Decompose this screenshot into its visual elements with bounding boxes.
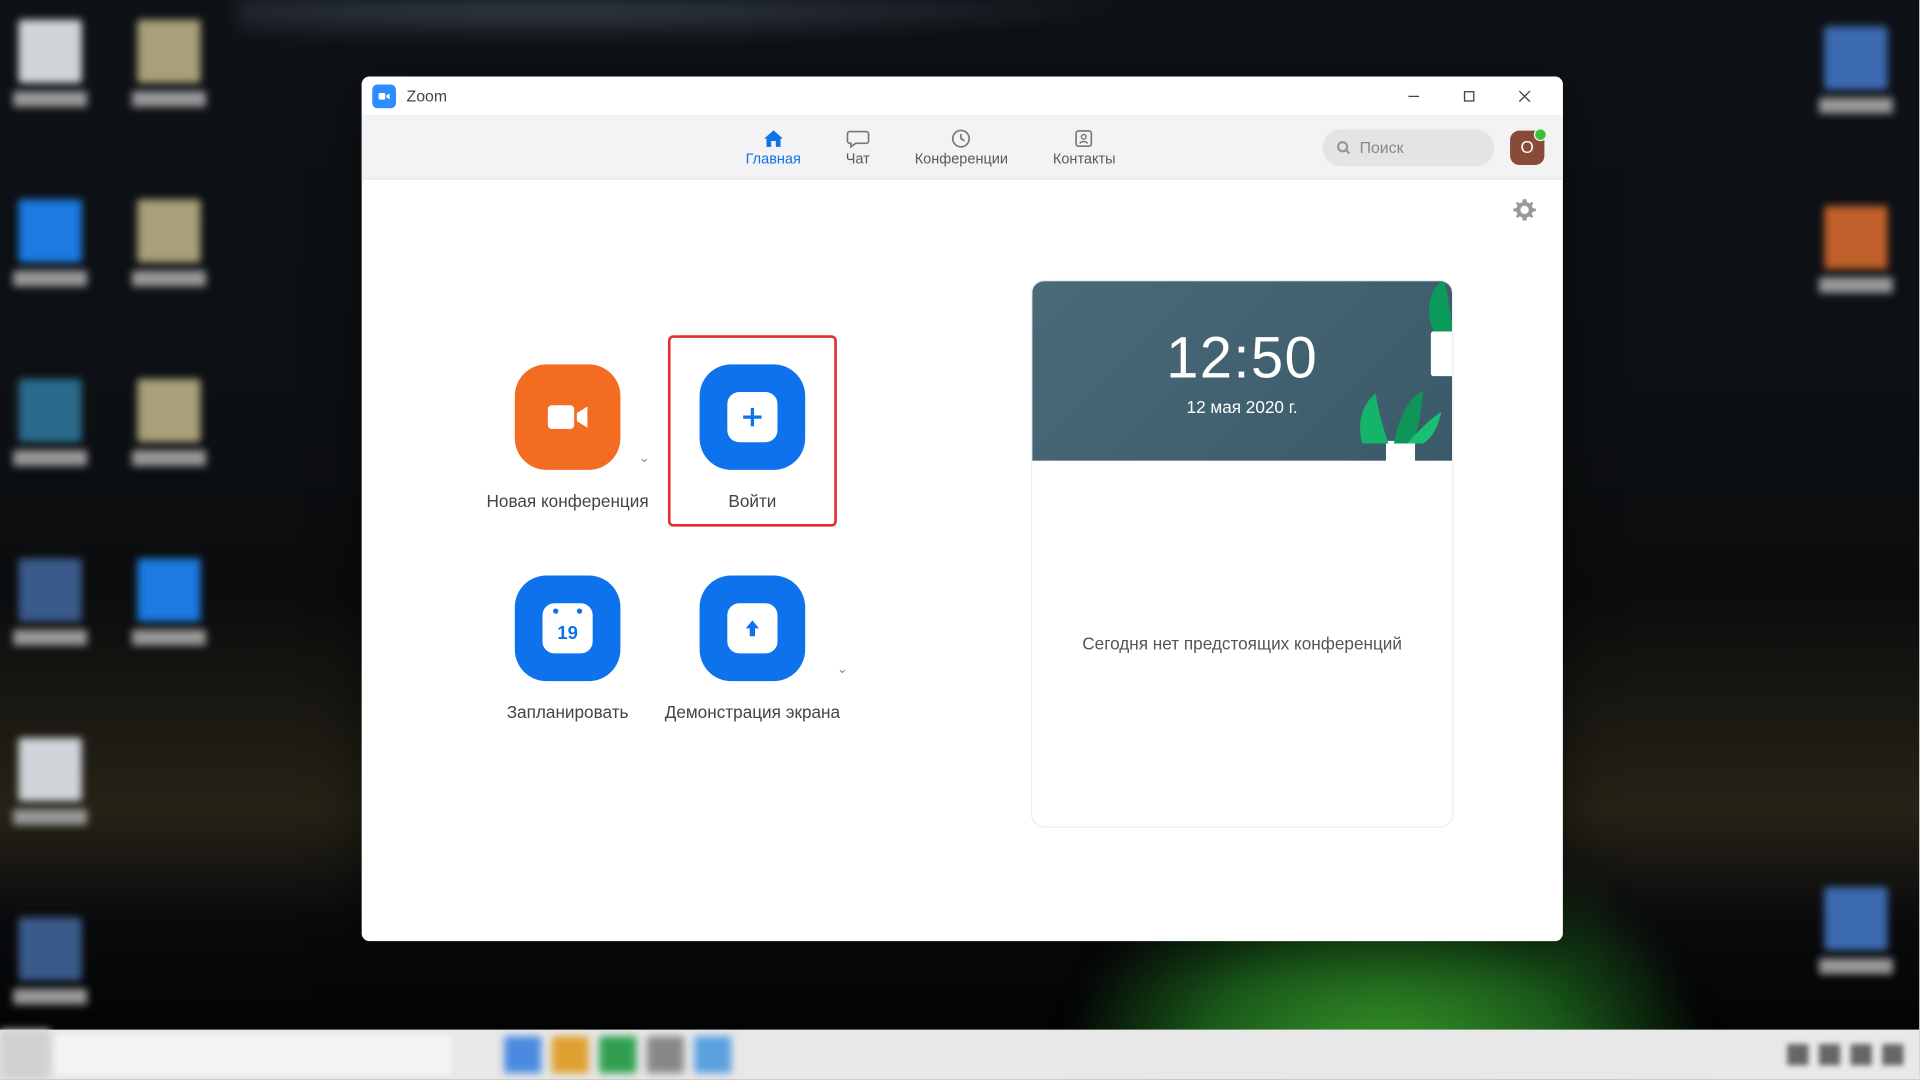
taskbar-search[interactable] <box>55 1035 451 1075</box>
search-icon <box>1336 139 1352 155</box>
new-meeting-cell: Новая конференция ⌄ <box>475 364 660 575</box>
calendar-panel: 12:50 12 мая 2020 г. Сегодня нет предсто… <box>1031 280 1453 828</box>
maximize-button[interactable] <box>1441 77 1496 116</box>
avatar[interactable]: О <box>1510 130 1544 164</box>
video-icon <box>544 399 592 436</box>
panel-body: Сегодня нет предстоящих конференций <box>1032 461 1452 827</box>
share-screen-label: Демонстрация экрана <box>665 702 840 722</box>
taskbar-apps <box>504 1036 731 1073</box>
tab-meetings-label: Конференции <box>915 151 1008 167</box>
calendar-panel-container: 12:50 12 мая 2020 г. Сегодня нет предсто… <box>958 180 1563 942</box>
chat-icon <box>846 127 870 148</box>
schedule-label: Запланировать <box>507 702 629 722</box>
zoom-app-icon <box>372 84 396 108</box>
taskbar-app[interactable] <box>647 1036 684 1073</box>
tab-chat[interactable]: Чат <box>838 122 878 172</box>
arrow-up-icon <box>727 603 777 653</box>
plant-decoration-1 <box>1381 280 1454 376</box>
calendar-icon: 19 <box>543 603 593 653</box>
taskbar-app[interactable] <box>552 1036 589 1073</box>
desktop-icons-left <box>13 20 206 1005</box>
tab-contacts[interactable]: Контакты <box>1045 122 1124 172</box>
search-placeholder: Поиск <box>1360 138 1404 156</box>
content-area: Новая конференция ⌄ Войти <box>362 180 1563 942</box>
gear-icon <box>1513 198 1537 222</box>
new-meeting-dropdown[interactable]: ⌄ <box>639 451 650 466</box>
tab-home-label: Главная <box>746 151 801 167</box>
desktop-icons-right <box>1819 26 1893 974</box>
schedule-cell: 19 Запланировать <box>475 576 660 787</box>
clock-date: 12 мая 2020 г. <box>1187 397 1298 417</box>
share-screen-dropdown[interactable]: ⌄ <box>837 663 848 678</box>
plant-decoration-2 <box>1349 385 1441 464</box>
panel-header: 12:50 12 мая 2020 г. <box>1032 281 1452 461</box>
tab-contacts-label: Контакты <box>1053 151 1116 167</box>
new-meeting-button[interactable] <box>515 364 621 470</box>
join-button[interactable] <box>700 364 806 470</box>
schedule-button[interactable]: 19 <box>515 576 621 682</box>
minimize-button[interactable] <box>1386 77 1441 116</box>
start-button[interactable] <box>0 1030 50 1080</box>
contacts-icon <box>1072 127 1096 148</box>
clock-time: 12:50 <box>1166 325 1318 391</box>
empty-meetings-text: Сегодня нет предстоящих конференций <box>1082 634 1402 654</box>
titlebar[interactable]: Zoom <box>362 77 1563 117</box>
tab-home[interactable]: Главная <box>738 122 809 172</box>
calendar-day: 19 <box>557 622 578 643</box>
clock-icon <box>949 127 973 148</box>
join-label: Войти <box>728 491 776 511</box>
taskbar-app[interactable] <box>504 1036 541 1073</box>
tab-meetings[interactable]: Конференции <box>907 122 1016 172</box>
new-meeting-label: Новая конференция <box>487 491 649 511</box>
tab-chat-label: Чат <box>846 151 870 167</box>
desktop-background: Zoom Главная Чат Конф <box>0 0 1919 1080</box>
settings-button[interactable] <box>1513 198 1537 228</box>
window-title: Zoom <box>407 86 448 104</box>
search-input[interactable]: Поиск <box>1323 129 1495 166</box>
action-grid-container: Новая конференция ⌄ Войти <box>362 180 959 942</box>
share-screen-cell: Демонстрация экрана ⌄ <box>660 576 845 787</box>
taskbar-app[interactable] <box>694 1036 731 1073</box>
share-screen-button[interactable] <box>700 576 806 682</box>
plus-icon <box>727 392 777 442</box>
avatar-initial: О <box>1521 137 1534 157</box>
close-button[interactable] <box>1497 77 1552 116</box>
taskbar[interactable] <box>0 1030 1919 1080</box>
system-tray[interactable] <box>1787 1044 1919 1065</box>
zoom-window: Zoom Главная Чат Конф <box>362 77 1563 942</box>
taskbar-app[interactable] <box>599 1036 636 1073</box>
join-cell: Войти <box>660 364 845 575</box>
home-icon <box>761 127 785 148</box>
toolbar: Главная Чат Конференции Контакты Поиск <box>362 116 1563 179</box>
